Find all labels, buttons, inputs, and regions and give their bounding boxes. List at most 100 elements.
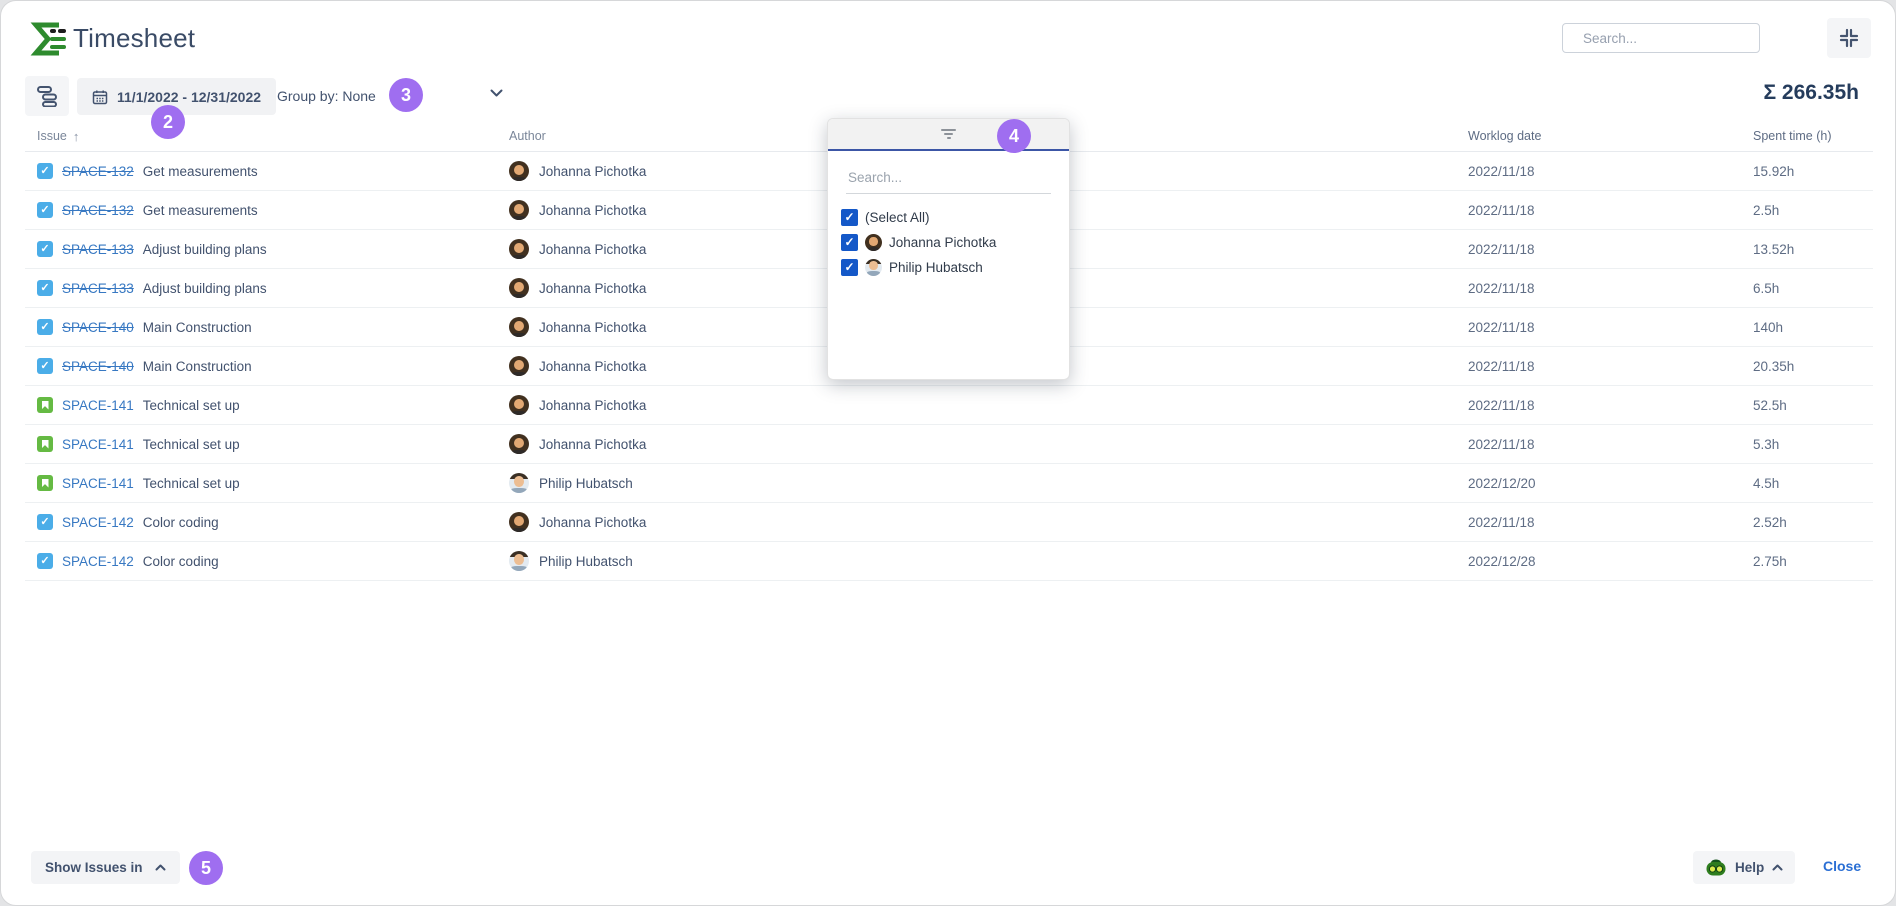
chevron-up-icon: [155, 864, 166, 871]
close-button[interactable]: Close: [1823, 858, 1861, 874]
collapse-icon: [1839, 28, 1859, 48]
issue-key-link[interactable]: SPACE-133: [62, 242, 134, 257]
issue-key-link[interactable]: SPACE-141: [62, 398, 134, 413]
show-issues-in-button[interactable]: Show Issues in: [31, 851, 180, 884]
worklog-date: 2022/11/18: [1468, 281, 1753, 296]
column-header-issue[interactable]: Issue ↑: [25, 129, 509, 144]
issue-key-link[interactable]: SPACE-141: [62, 476, 134, 491]
issue-cell: SPACE-141 Technical set up: [25, 475, 509, 491]
author-header-label: Author: [509, 129, 546, 143]
issue-header-label: Issue: [37, 129, 67, 143]
spent-time: 2.52h: [1753, 515, 1873, 530]
table-row[interactable]: SPACE-141 Technical set up Johanna Picho…: [25, 425, 1873, 464]
timesheet-logo-icon: [27, 19, 69, 59]
author-avatar: [509, 239, 529, 259]
author-name: Johanna Pichotka: [539, 203, 646, 218]
issue-key-link[interactable]: SPACE-140: [62, 320, 134, 335]
author-name: Johanna Pichotka: [539, 359, 646, 374]
filter-option[interactable]: Johanna Pichotka: [841, 232, 1056, 252]
spent-time: 2.5h: [1753, 203, 1873, 218]
issue-key-link[interactable]: SPACE-142: [62, 515, 134, 530]
spent-time: 4.5h: [1753, 476, 1873, 491]
table-row[interactable]: SPACE-142 Color coding Johanna Pichotka …: [25, 503, 1873, 542]
worklog-date: 2022/11/18: [1468, 242, 1753, 257]
search-input[interactable]: [1581, 30, 1762, 47]
worklog-date: 2022/11/18: [1468, 515, 1753, 530]
issue-type-icon: [37, 553, 53, 569]
issue-type-icon: [37, 436, 53, 452]
issue-type-icon: [37, 280, 53, 296]
group-by-selector[interactable]: Group by: None: [277, 88, 376, 104]
issue-key-link[interactable]: SPACE-133: [62, 281, 134, 296]
filter-options-list: (Select All) Johanna Pichotka Philip Hub…: [828, 207, 1069, 277]
issue-summary: Main Construction: [143, 320, 252, 335]
issue-summary: Main Construction: [143, 359, 252, 374]
show-issues-label: Show Issues in: [45, 860, 143, 875]
issue-type-icon: [37, 202, 53, 218]
filter-popup-header[interactable]: [828, 119, 1069, 151]
filter-search-input[interactable]: [846, 169, 1055, 186]
issue-cell: SPACE-142 Color coding: [25, 553, 509, 569]
global-search[interactable]: [1562, 23, 1760, 53]
spent-time: 140h: [1753, 320, 1873, 335]
issue-type-icon: [37, 163, 53, 179]
chevron-down-icon[interactable]: [490, 89, 503, 97]
column-header-worklog-date[interactable]: Worklog date: [1468, 129, 1753, 143]
issue-summary: Get measurements: [143, 203, 258, 218]
filter-option[interactable]: (Select All): [841, 207, 1056, 227]
author-name: Johanna Pichotka: [539, 515, 646, 530]
issue-type-icon: [37, 475, 53, 491]
author-avatar: [509, 161, 529, 181]
table-row[interactable]: SPACE-141 Technical set up Johanna Picho…: [25, 386, 1873, 425]
issue-cell: SPACE-140 Main Construction: [25, 319, 509, 335]
issue-key-link[interactable]: SPACE-132: [62, 164, 134, 179]
author-cell: Johanna Pichotka: [509, 434, 1468, 454]
step-badge-4: 4: [997, 119, 1031, 153]
author-cell: Philip Hubatsch: [509, 551, 1468, 571]
table-row[interactable]: SPACE-141 Technical set up Philip Hubats…: [25, 464, 1873, 503]
issue-key-link[interactable]: SPACE-140: [62, 359, 134, 374]
filter-option[interactable]: Philip Hubatsch: [841, 257, 1056, 277]
filter-option-avatar: [865, 259, 882, 276]
total-spent-time: Σ 266.35h: [1764, 81, 1860, 105]
column-header-spent-time[interactable]: Spent time (h): [1753, 129, 1873, 143]
author-cell: Johanna Pichotka: [509, 395, 1468, 415]
sort-ascending-icon[interactable]: ↑: [73, 129, 80, 144]
worklog-date: 2022/12/28: [1468, 554, 1753, 569]
author-filter-popup: (Select All) Johanna Pichotka Philip Hub…: [827, 118, 1070, 380]
grouping-structure-button[interactable]: [25, 76, 69, 116]
collapse-view-button[interactable]: [1827, 18, 1871, 58]
spent-time: 20.35h: [1753, 359, 1873, 374]
spent-time: 13.52h: [1753, 242, 1873, 257]
author-name: Johanna Pichotka: [539, 242, 646, 257]
spent-time: 6.5h: [1753, 281, 1873, 296]
step-badge-2: 2: [151, 105, 185, 139]
author-avatar: [509, 395, 529, 415]
author-avatar: [509, 473, 529, 493]
issue-summary: Adjust building plans: [143, 242, 267, 257]
issue-cell: SPACE-142 Color coding: [25, 514, 509, 530]
filter-search[interactable]: [846, 169, 1051, 194]
help-label: Help: [1735, 860, 1764, 875]
author-name: Johanna Pichotka: [539, 281, 646, 296]
worklog-date: 2022/11/18: [1468, 437, 1753, 452]
worklog-date: 2022/12/20: [1468, 476, 1753, 491]
author-name: Philip Hubatsch: [539, 554, 633, 569]
issue-cell: SPACE-141 Technical set up: [25, 397, 509, 413]
author-avatar: [509, 356, 529, 376]
issue-key-link[interactable]: SPACE-142: [62, 554, 134, 569]
author-avatar: [509, 434, 529, 454]
issue-summary: Technical set up: [143, 398, 240, 413]
help-button[interactable]: Help: [1693, 851, 1795, 884]
table-row[interactable]: SPACE-142 Color coding Philip Hubatsch 2…: [25, 542, 1873, 581]
author-cell: Philip Hubatsch: [509, 473, 1468, 493]
group-structure-icon: [36, 85, 58, 107]
checkbox-checked-icon[interactable]: [841, 259, 858, 276]
spent-time: 15.92h: [1753, 164, 1873, 179]
issue-key-link[interactable]: SPACE-141: [62, 437, 134, 452]
issue-key-link[interactable]: SPACE-132: [62, 203, 134, 218]
issue-cell: SPACE-132 Get measurements: [25, 163, 509, 179]
author-name: Johanna Pichotka: [539, 320, 646, 335]
checkbox-checked-icon[interactable]: [841, 234, 858, 251]
checkbox-checked-icon[interactable]: [841, 209, 858, 226]
